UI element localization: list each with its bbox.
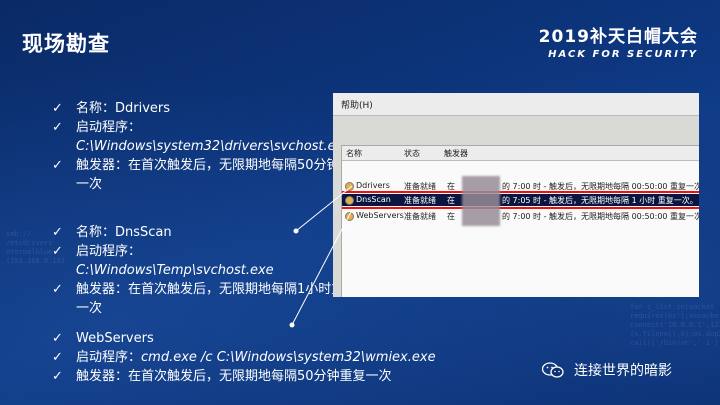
connector-line-1: [295, 185, 353, 232]
connector-lines: [289, 185, 353, 328]
wechat-label: 连接世界的暗影: [574, 363, 672, 379]
wechat-icon: [542, 362, 564, 378]
connector-dot-1: [293, 228, 299, 234]
connector-dot-2: [289, 322, 295, 328]
wechat-account: 连接世界的暗影: [542, 360, 672, 380]
